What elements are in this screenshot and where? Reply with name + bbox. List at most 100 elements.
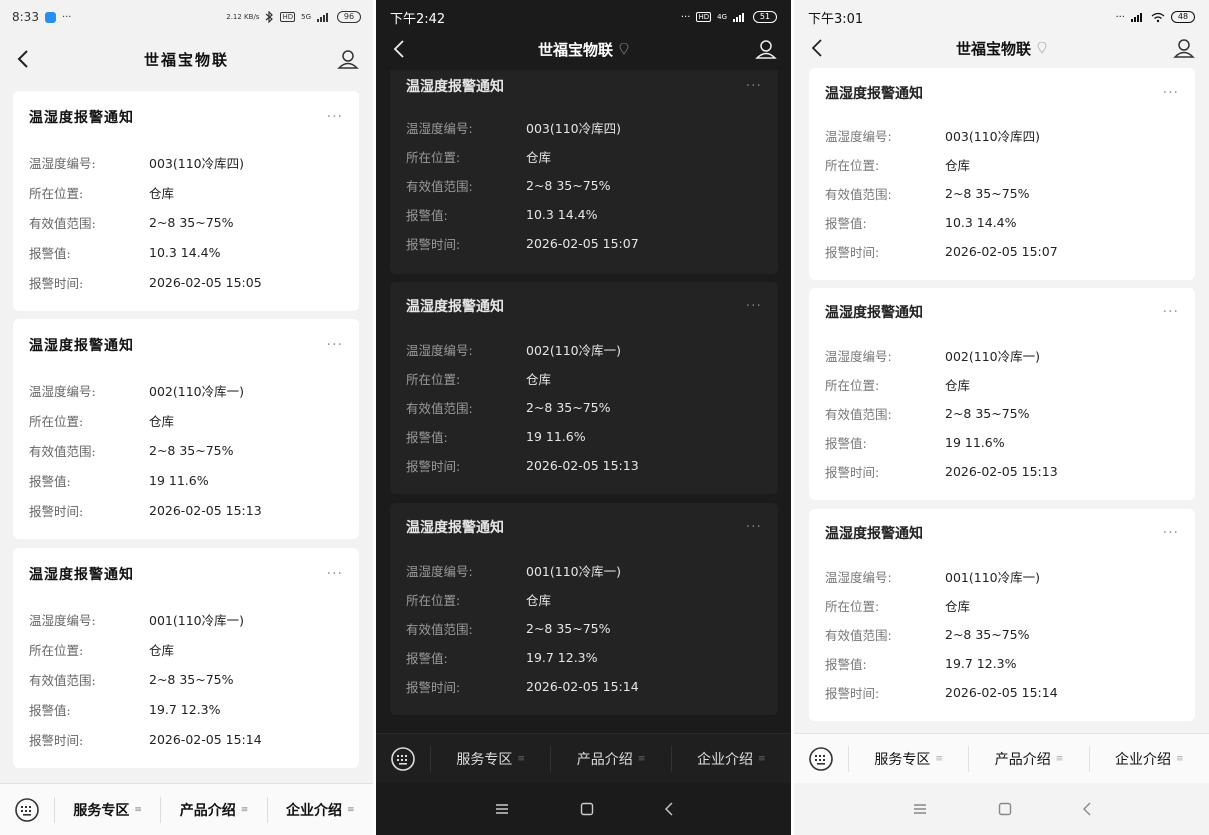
field-label: 所在位置:	[825, 158, 880, 173]
field-label: 报警值:	[825, 657, 867, 672]
field-label: 有效值范围:	[825, 407, 892, 422]
alarm-card[interactable]: 温湿度报警通知 ··· 温湿度编号: 003(110冷库四) 所在位置: 仓库 有效…	[390, 70, 778, 274]
more-button[interactable]: ···	[746, 298, 762, 314]
alarm-card[interactable]: 温湿度报警通知 ··· 温湿度编号: 002(110冷库一) 所在位置: 仓库 有效…	[13, 319, 359, 539]
menu-icon[interactable]	[494, 803, 510, 815]
tab-company-intro[interactable]: 企业介绍 ≡	[266, 796, 373, 823]
card-title: 温湿度报警通知	[825, 305, 923, 321]
nav-bar: 世福宝物联	[0, 34, 373, 84]
field-value: 10.3 14.4%	[526, 207, 598, 222]
more-button[interactable]: ···	[746, 78, 762, 94]
more-button[interactable]: ···	[746, 519, 762, 535]
alarm-card[interactable]: 温湿度报警通知 ··· 温湿度编号: 001(110冷库一) 所在位置: 仓库 有效…	[13, 548, 359, 768]
alarm-card[interactable]: 温湿度报警通知 ··· 温湿度编号: 002(110冷库一) 所在位置: 仓库 有效…	[390, 282, 778, 494]
tab-label: 企业介绍	[697, 751, 754, 768]
more-button[interactable]: ···	[1163, 85, 1179, 101]
tab-indicator: ≡	[1176, 753, 1184, 764]
field-row: 报警时间: 2026-02-05 15:07	[406, 234, 762, 253]
alarm-card[interactable]: 温湿度报警通知 ··· 温湿度编号: 001(110冷库一) 所在位置: 仓库 有效…	[390, 503, 778, 715]
field-value: 19.7 12.3%	[149, 702, 221, 717]
tab-label: 产品介绍	[994, 751, 1051, 768]
more-button[interactable]: ···	[1163, 304, 1179, 320]
tab-indicator: ≡	[347, 804, 355, 815]
field-label: 报警时间:	[825, 686, 880, 701]
field-row: 报警时间: 2026-02-05 15:13	[825, 462, 1179, 481]
field-label: 有效值范围:	[29, 216, 96, 231]
tab-indicator: ≡	[1055, 753, 1064, 764]
field-value: 2~8 35~75%	[945, 406, 1030, 421]
status-more: ···	[61, 11, 72, 23]
field-value: 2~8 35~75%	[149, 672, 234, 687]
field-label: 报警时间:	[29, 733, 84, 748]
alarm-card[interactable]: 温湿度报警通知 ··· 温湿度编号: 003(110冷库四) 所在位置: 仓库 有效…	[809, 68, 1195, 280]
screenshot-panel-2: 下午2:42 ··· HD 4G 51 世福宝物联 温湿度报警通知 ··· 温湿…	[376, 0, 791, 835]
tab-label: 服务专区	[73, 802, 130, 819]
hd-icon: HD	[280, 12, 296, 22]
field-label: 温湿度编号:	[825, 349, 892, 364]
field-row: 有效值范围: 2~8 35~75%	[406, 176, 762, 195]
system-nav-bar	[794, 783, 1209, 835]
field-row: 有效值范围: 2~8 35~75%	[29, 213, 343, 232]
field-label: 报警值:	[825, 216, 867, 231]
keyboard-toggle-button[interactable]	[376, 734, 430, 783]
status-net-speed: 2.12 KB/s	[226, 13, 260, 21]
more-button[interactable]: ···	[327, 109, 343, 125]
field-label: 有效值范围:	[825, 187, 892, 202]
back-button[interactable]	[386, 36, 412, 62]
back-button[interactable]	[10, 46, 36, 72]
status-more: ···	[1115, 11, 1125, 23]
field-value: 2~8 35~75%	[945, 627, 1030, 642]
field-row: 所在位置: 仓库	[825, 375, 1179, 394]
field-label: 有效值范围:	[29, 444, 96, 459]
more-button[interactable]: ···	[327, 337, 343, 353]
field-label: 报警时间:	[29, 504, 84, 519]
tab-company-intro[interactable]: 企业介绍 ≡	[1088, 745, 1209, 772]
tab-label: 服务专区	[456, 751, 513, 768]
back-button[interactable]	[804, 35, 830, 61]
keyboard-toggle-button[interactable]	[0, 784, 54, 835]
tab-company-intro[interactable]: 企业介绍 ≡	[670, 745, 791, 772]
field-value: 2026-02-05 15:13	[526, 458, 639, 473]
field-value: 仓库	[526, 593, 552, 608]
field-value: 2~8 35~75%	[526, 178, 611, 193]
field-value: 仓库	[945, 158, 971, 173]
field-value: 仓库	[945, 378, 971, 393]
screenshot-panel-3: 下午3:01 ··· 48 世福宝物联 温湿度报警通知 ··· 温湿度编号: 00…	[794, 0, 1209, 835]
field-label: 报警时间:	[29, 276, 84, 291]
alarm-card[interactable]: 温湿度报警通知 ··· 温湿度编号: 001(110冷库一) 所在位置: 仓库 有效…	[809, 509, 1195, 721]
bluetooth-icon	[266, 11, 274, 23]
user-button[interactable]	[1171, 35, 1197, 61]
home-icon[interactable]	[998, 802, 1012, 816]
home-icon[interactable]	[580, 802, 594, 816]
alarm-card[interactable]: 温湿度报警通知 ··· 温湿度编号: 003(110冷库四) 所在位置: 仓库 有效…	[13, 91, 359, 311]
field-label: 报警值:	[825, 436, 867, 451]
tab-service-zone[interactable]: 服务专区 ≡	[848, 745, 968, 772]
system-nav-bar	[376, 783, 791, 835]
field-label: 报警值:	[29, 703, 71, 718]
card-title: 温湿度报警通知	[406, 299, 504, 315]
menu-icon[interactable]	[912, 803, 928, 815]
more-button[interactable]: ···	[327, 566, 343, 582]
card-title: 温湿度报警通知	[825, 86, 923, 102]
tab-product-intro[interactable]: 产品介绍 ≡	[160, 796, 266, 823]
back-icon[interactable]	[664, 802, 674, 816]
card-header: 温湿度报警通知 ···	[406, 517, 762, 537]
more-button[interactable]: ···	[1163, 525, 1179, 541]
field-label: 所在位置:	[29, 186, 84, 201]
alarm-card[interactable]: 温湿度报警通知 ··· 温湿度编号: 002(110冷库一) 所在位置: 仓库 有效…	[809, 288, 1195, 500]
field-row: 报警值: 19.7 12.3%	[406, 648, 762, 667]
tab-service-zone[interactable]: 服务专区 ≡	[430, 745, 550, 772]
card-header: 温湿度报警通知 ···	[406, 296, 762, 316]
tab-product-intro[interactable]: 产品介绍 ≡	[550, 745, 670, 772]
keyboard-toggle-button[interactable]	[794, 734, 848, 783]
field-value: 仓库	[945, 599, 971, 614]
user-button[interactable]	[335, 46, 361, 72]
tab-service-zone[interactable]: 服务专区 ≡	[54, 796, 160, 823]
field-row: 所在位置: 仓库	[825, 155, 1179, 174]
back-icon[interactable]	[1082, 802, 1092, 816]
field-label: 报警时间:	[406, 237, 461, 252]
user-button[interactable]	[753, 36, 779, 62]
tab-product-intro[interactable]: 产品介绍 ≡	[968, 745, 1088, 772]
field-row: 报警时间: 2026-02-05 15:14	[406, 677, 762, 696]
location-pin-icon	[1037, 42, 1047, 54]
